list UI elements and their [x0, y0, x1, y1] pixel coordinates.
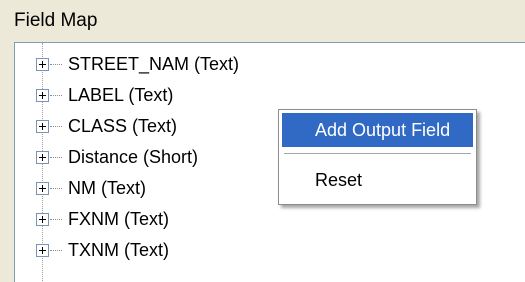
expand-plus-icon[interactable] — [36, 58, 49, 71]
tree-item-label: NM (Text) — [68, 178, 146, 198]
tree-connector — [50, 126, 62, 127]
tree-connector — [50, 250, 62, 251]
tree-item-label: TXNM (Text) — [68, 240, 169, 260]
tree-connector — [50, 157, 62, 158]
tree-connector — [50, 64, 62, 65]
tree-item-label: STREET_NAM (Text) — [68, 54, 240, 74]
tree-connector — [50, 219, 62, 220]
reset-menu-item[interactable]: Reset — [282, 163, 473, 197]
tree-item-fxnm[interactable]: FXNM (Text) — [15, 204, 515, 235]
add-output-field-menu-item[interactable]: Add Output Field — [282, 113, 473, 147]
tree-item-label: CLASS (Text) — [68, 116, 178, 136]
expand-plus-icon[interactable] — [36, 151, 49, 164]
tree-item-label: LABEL (Text) — [68, 85, 174, 105]
tree-connector — [50, 188, 62, 189]
tree-item-label: Distance (Short) — [68, 147, 199, 167]
expand-plus-icon[interactable] — [36, 182, 49, 195]
tree-connector — [50, 95, 62, 96]
tree-item-txnm[interactable]: TXNM (Text) — [15, 235, 515, 266]
expand-plus-icon[interactable] — [36, 120, 49, 133]
field-map-group-label: Field Map — [14, 10, 98, 31]
menu-separator — [284, 153, 471, 154]
expand-plus-icon[interactable] — [36, 213, 49, 226]
expand-plus-icon[interactable] — [36, 244, 49, 257]
context-menu: Add Output Field Reset — [278, 109, 477, 205]
tree-item-street-nam[interactable]: STREET_NAM (Text) — [15, 49, 515, 80]
tree-item-label: FXNM (Text) — [68, 209, 169, 229]
expand-plus-icon[interactable] — [36, 89, 49, 102]
tree-item-label-field[interactable]: LABEL (Text) — [15, 80, 515, 111]
